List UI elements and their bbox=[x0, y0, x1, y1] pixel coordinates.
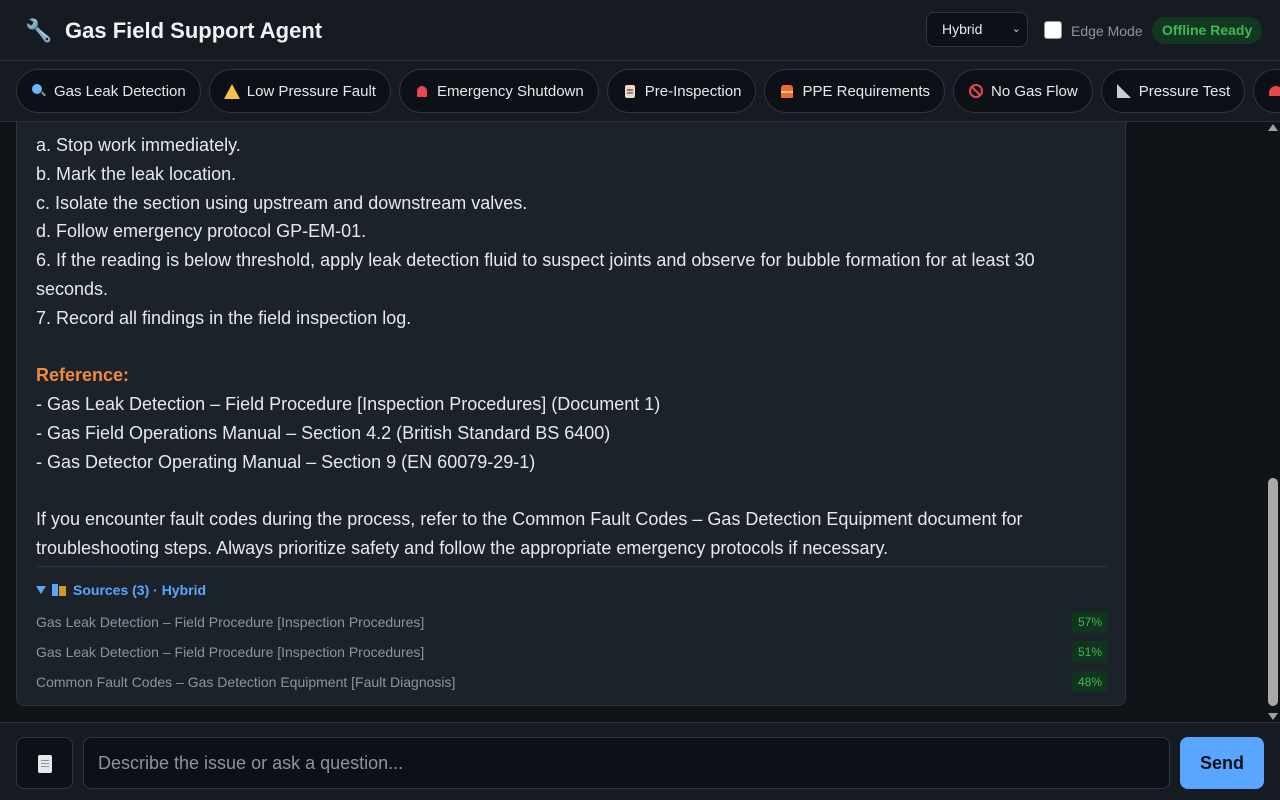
chip-label: Emergency Shutdown bbox=[436, 82, 584, 100]
chat-area: a. Stop work immediately. b. Mark the le… bbox=[0, 122, 1266, 722]
quick-action-low-pressure-fault[interactable]: Low Pressure Fault bbox=[208, 69, 391, 113]
quick-action-emergency-shutdown[interactable]: Emergency Shutdown bbox=[398, 69, 599, 113]
message-line: 6. If the reading is below threshold, ap… bbox=[36, 250, 1035, 299]
books-icon bbox=[52, 583, 67, 597]
safety-vest-icon bbox=[779, 83, 795, 99]
app-header: 🔧 Gas Field Support Agent Hybrid ⌄ Edge … bbox=[0, 0, 1280, 61]
quick-action-gas-leak-detection[interactable]: Gas Leak Detection bbox=[16, 69, 201, 113]
message-line: d. Follow emergency protocol GP-EM-01. bbox=[36, 221, 367, 242]
wrench-icon: 🔧 bbox=[25, 18, 53, 43]
closing-paragraph: If you encounter fault codes during the … bbox=[36, 509, 1023, 559]
triangle-ruler-icon bbox=[1116, 83, 1132, 99]
quick-action-no-gas-flow[interactable]: No Gas Flow bbox=[953, 69, 1093, 113]
source-item[interactable]: Gas Leak Detection – Field Procedure [In… bbox=[36, 638, 1108, 668]
reference-heading: Reference: bbox=[36, 365, 130, 386]
chip-label: No Gas Flow bbox=[991, 82, 1078, 100]
reference-item: - Gas Leak Detection – Field Procedure [… bbox=[36, 394, 661, 415]
message-line: b. Mark the leak location. bbox=[36, 163, 237, 184]
quick-actions-bar: Gas Leak Detection Low Pressure Fault Em… bbox=[0, 61, 1280, 122]
sources-toggle-label: Sources (3) · Hybrid bbox=[73, 582, 207, 598]
quick-action-ppe-requirements[interactable]: PPE Requirements bbox=[764, 69, 946, 113]
source-score-badge: 51% bbox=[1071, 641, 1108, 663]
offline-status-badge: Offline Ready bbox=[1152, 17, 1263, 44]
source-title: Common Fault Codes – Gas Detection Equip… bbox=[36, 674, 456, 690]
chip-label: Low Pressure Fault bbox=[246, 82, 376, 100]
chat-scrollbar[interactable] bbox=[1266, 122, 1280, 722]
mode-select-value: Hybrid bbox=[942, 21, 983, 37]
clipboard-icon bbox=[622, 83, 638, 99]
source-score-badge: 57% bbox=[1071, 611, 1108, 633]
document-icon bbox=[38, 755, 52, 773]
source-title: Gas Leak Detection – Field Procedure [In… bbox=[36, 614, 425, 630]
source-title: Gas Leak Detection – Field Procedure [In… bbox=[36, 644, 425, 660]
prohibited-icon bbox=[968, 83, 984, 99]
chat-input[interactable] bbox=[83, 737, 1170, 789]
scroll-down-arrow-icon[interactable] bbox=[1268, 713, 1278, 720]
quick-action-more[interactable] bbox=[1253, 69, 1280, 113]
quick-action-pressure-test[interactable]: Pressure Test bbox=[1100, 69, 1246, 113]
chip-label: Pressure Test bbox=[1138, 82, 1231, 100]
assistant-message: a. Stop work immediately. b. Mark the le… bbox=[16, 122, 1126, 706]
reference-item: - Gas Detector Operating Manual – Sectio… bbox=[36, 451, 536, 472]
siren-icon bbox=[414, 83, 430, 99]
retrieval-mode-select[interactable]: Hybrid ⌄ bbox=[926, 12, 1028, 47]
message-line: a. Stop work immediately. bbox=[36, 135, 241, 155]
sources-toggle[interactable]: Sources (3) · Hybrid bbox=[36, 581, 1108, 599]
send-button[interactable]: Send bbox=[1180, 737, 1264, 789]
quick-action-pre-inspection[interactable]: Pre-Inspection bbox=[606, 69, 757, 113]
chip-label: Gas Leak Detection bbox=[54, 82, 186, 100]
chevron-down-icon: ⌄ bbox=[1011, 23, 1021, 35]
warning-icon bbox=[223, 83, 240, 99]
reference-item: - Gas Field Operations Manual – Section … bbox=[36, 422, 611, 443]
sources-panel: Sources (3) · Hybrid Gas Leak Detection … bbox=[36, 566, 1108, 698]
chip-label: PPE Requirements bbox=[802, 82, 931, 100]
helmet-icon bbox=[1268, 83, 1280, 99]
message-body: a. Stop work immediately. b. Mark the le… bbox=[36, 131, 1106, 563]
message-line: c. Isolate the section using upstream an… bbox=[36, 192, 528, 213]
message-composer: Send bbox=[0, 722, 1280, 800]
scroll-up-arrow-icon[interactable] bbox=[1268, 124, 1278, 131]
source-score-badge: 48% bbox=[1071, 671, 1108, 693]
chip-label: Pre-Inspection bbox=[644, 82, 742, 100]
edge-mode-checkbox[interactable] bbox=[1044, 21, 1062, 39]
caret-down-icon bbox=[36, 586, 46, 594]
scrollbar-thumb[interactable] bbox=[1268, 478, 1278, 706]
message-line: 7. Record all findings in the field insp… bbox=[36, 307, 412, 328]
app-title: Gas Field Support Agent bbox=[65, 18, 323, 43]
source-item[interactable]: Common Fault Codes – Gas Detection Equip… bbox=[36, 668, 1108, 698]
attach-document-button[interactable] bbox=[16, 737, 73, 789]
edge-mode-label: Edge Mode bbox=[1071, 23, 1143, 39]
source-item[interactable]: Gas Leak Detection – Field Procedure [In… bbox=[36, 608, 1108, 638]
magnifier-icon bbox=[31, 83, 47, 99]
